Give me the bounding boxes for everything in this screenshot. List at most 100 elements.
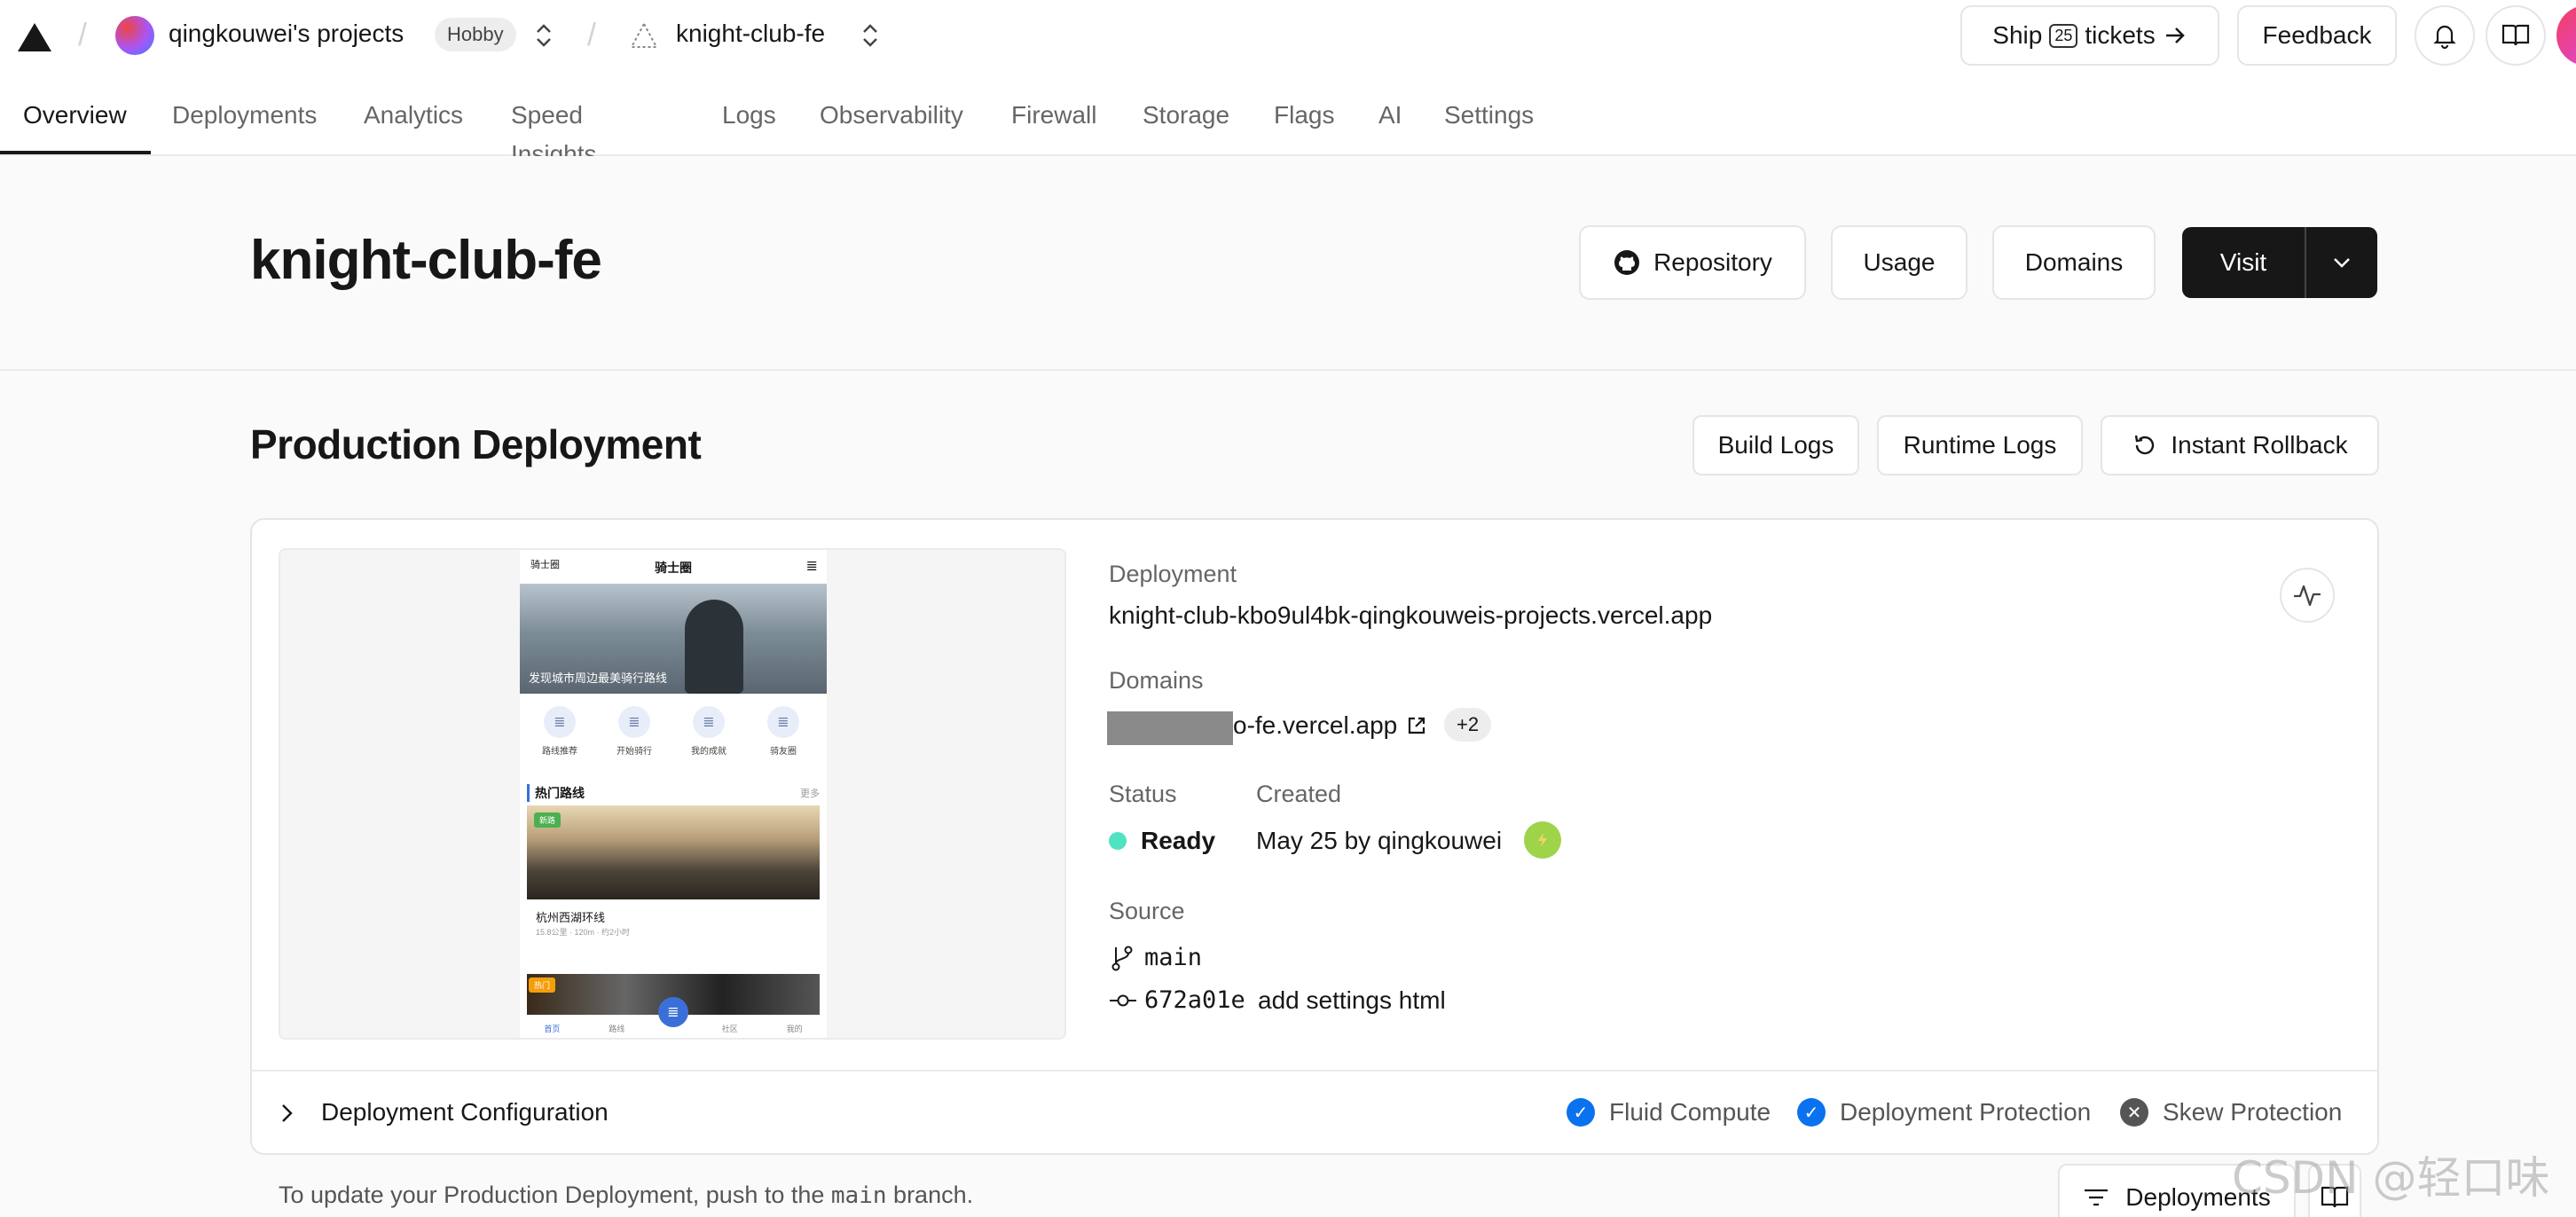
bell-icon (2433, 25, 2456, 50)
chevron-right-icon (282, 1104, 293, 1122)
rollback-label: Instant Rollback (2171, 431, 2348, 459)
section-title: Production Deployment (250, 421, 702, 467)
repository-label: Repository (1653, 248, 1772, 276)
tab-analytics[interactable]: Analytics (364, 96, 463, 156)
source-label: Source (1109, 898, 1185, 924)
active-tab-indicator (0, 151, 151, 154)
watermark: CSDN @轻口味 (2232, 1152, 2550, 1204)
domains-label: Domains (1109, 667, 1204, 694)
page-title: knight-club-fe (250, 230, 602, 291)
commit-hash[interactable]: 672a01e (1144, 986, 1245, 1014)
preview-icon-item: ≣ 开始骑行 (603, 706, 665, 757)
instant-rollback-button[interactable]: Instant Rollback (2101, 415, 2379, 475)
more-domains-badge[interactable]: +2 (1444, 708, 1492, 742)
deployment-url[interactable]: knight-club-kbo9ul4bk-qingkouweis-projec… (1109, 601, 1712, 630)
preview-list-icon: ≣ (618, 706, 650, 738)
preview-badge: 新路 (534, 813, 562, 828)
preview-list-icon: ≣ (693, 706, 725, 738)
breadcrumb-separator: / (78, 16, 88, 52)
tab-speed-insights[interactable]: Speed Insights (511, 96, 597, 168)
deployment-configuration-label: Deployment Configuration (321, 1098, 609, 1126)
preview-section-title: 热门路线 (527, 784, 585, 802)
docs-button[interactable] (2486, 5, 2546, 66)
domain-link[interactable]: o-fe.vercel.app (1233, 711, 1427, 740)
tab-ai[interactable]: AI (1378, 96, 1402, 156)
tab-observability[interactable]: Observability (820, 96, 963, 156)
filter-list-icon (2085, 1189, 2109, 1206)
preview-section-more: 更多 (800, 789, 820, 799)
visit-dropdown-button[interactable] (2306, 250, 2377, 275)
tab-logs[interactable]: Logs (722, 96, 776, 156)
preview-badge: 热门 (529, 978, 556, 993)
redacted-domain-prefix (1107, 711, 1233, 745)
domain-value: o-fe.vercel.app (1233, 711, 1398, 739)
tab-overview[interactable]: Overview (23, 96, 127, 156)
created-label: Created (1256, 781, 1342, 807)
status-ready-dot (1109, 832, 1127, 850)
github-icon (1614, 250, 1640, 275)
rollback-icon (2135, 435, 2155, 455)
preview-route-image: 新路 (527, 805, 820, 899)
status-value: Ready (1141, 827, 1216, 854)
preview-route-name: 杭州西湖环线 (536, 911, 606, 924)
creator-avatar[interactable] (1524, 821, 1561, 859)
commit-message: add settings html (1258, 986, 1446, 1014)
runtime-logs-button[interactable]: Runtime Logs (1877, 415, 2083, 475)
preview-hero-banner: 发现城市周边最美骑行路线 (520, 584, 827, 694)
preview-app-header: 骑士圈 骑士圈 ≣ (520, 550, 827, 584)
team-avatar[interactable] (115, 16, 154, 55)
preview-icon-item: ≣ 我的成就 (678, 706, 740, 757)
git-branch-icon (1111, 946, 1133, 971)
book-icon (2501, 24, 2530, 46)
plan-badge: Hobby (435, 18, 516, 51)
feature-fluid-compute: ✓ Fluid Compute (1567, 1098, 1771, 1127)
vercel-logo-icon[interactable] (16, 21, 53, 53)
team-name[interactable]: qingkouwei's projects (169, 20, 404, 48)
preview-list-icon: ≣ (767, 706, 799, 738)
created-value: May 25 by qingkouwei (1256, 827, 1503, 854)
arrow-right-icon (2165, 27, 2185, 43)
preview-icon-item: ≣ 骑友圈 (752, 706, 814, 757)
team-switcher-icon[interactable] (532, 21, 555, 50)
deployment-configuration-row[interactable]: Deployment Configuration ✓ Fluid Compute… (252, 1072, 2377, 1153)
footer-branch: main (830, 1182, 887, 1209)
build-logs-button[interactable]: Build Logs (1692, 415, 1859, 475)
preview-hero-caption: 发现城市周边最美骑行路线 (529, 671, 668, 685)
deployment-activity-button[interactable] (2280, 568, 2335, 623)
preview-quick-icons: ≣ 路线推荐 ≣ 开始骑行 ≣ 我的成就 ≣ 骑友圈 (520, 706, 827, 777)
preview-route-meta: 15.8公里 · 120m · 约2小时 (536, 928, 631, 937)
preview-app-title: 骑士圈 (655, 561, 692, 575)
preview-menu-icon: ≣ (805, 559, 818, 574)
usage-button[interactable]: Usage (1831, 225, 1967, 300)
footer-text-suffix: branch. (893, 1182, 974, 1208)
feature-deployment-protection: ✓ Deployment Protection (1797, 1098, 2091, 1127)
source-branch[interactable]: main (1144, 944, 1202, 971)
tab-storage[interactable]: Storage (1143, 96, 1229, 156)
pulse-icon (2294, 585, 2321, 607)
project-name[interactable]: knight-club-fe (676, 20, 825, 48)
tab-firewall[interactable]: Firewall (1011, 96, 1096, 156)
visit-button[interactable]: Visit (2182, 248, 2305, 277)
feedback-button[interactable]: Feedback (2237, 5, 2397, 66)
tickets-label: tickets (2085, 21, 2156, 49)
project-switcher-icon[interactable] (859, 21, 882, 50)
chevron-down-icon (2334, 258, 2350, 268)
tab-deployments[interactable]: Deployments (172, 96, 317, 156)
preview-icon-item: ≣ 路线推荐 (529, 706, 591, 757)
tab-flags[interactable]: Flags (1274, 96, 1334, 156)
deployment-preview[interactable]: 骑士圈 骑士圈 ≣ 发现城市周边最美骑行路线 ≣ 路线推荐 ≣ 开始骑行 ≣ 我的成就… (279, 548, 1066, 1040)
notifications-button[interactable] (2415, 5, 2475, 66)
check-circle-icon: ✓ (1797, 1098, 1826, 1127)
footer-text-prefix: To update your Production Deployment, pu… (279, 1182, 825, 1208)
x-circle-icon: ✕ (2120, 1098, 2148, 1127)
footer-hint: To update your Production Deployment, pu… (279, 1182, 973, 1209)
preview-hero-figure (685, 600, 743, 694)
project-triangle-icon (630, 21, 658, 48)
preview-phone-screen: 骑士圈 骑士圈 ≣ 发现城市周边最美骑行路线 ≣ 路线推荐 ≣ 开始骑行 ≣ 我的成就… (520, 550, 827, 1038)
feature-skew-protection: ✕ Skew Protection (2120, 1098, 2342, 1127)
repository-button[interactable]: Repository (1579, 225, 1806, 300)
tab-settings[interactable]: Settings (1444, 96, 1534, 156)
breadcrumb-separator: / (587, 16, 597, 52)
ship-tickets-button[interactable]: Ship 25 tickets (1960, 5, 2219, 66)
domains-button[interactable]: Domains (1992, 225, 2156, 300)
